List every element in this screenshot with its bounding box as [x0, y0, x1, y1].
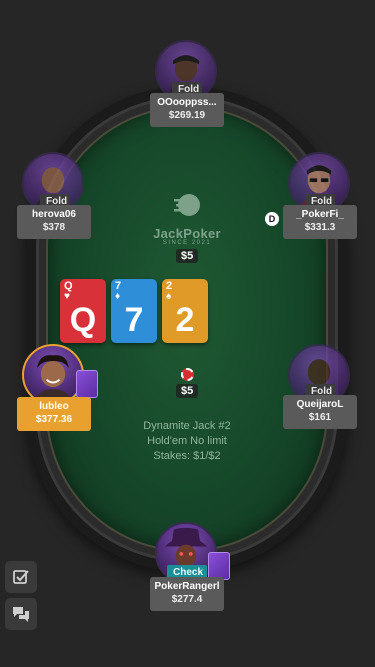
chat-icon: [13, 607, 29, 622]
card-rank-large: 7: [124, 301, 144, 339]
stakes: Stakes: $1/$2: [153, 450, 221, 462]
player-name: herova06: [32, 209, 76, 220]
nameplate-left-upper[interactable]: herova06 $378: [17, 205, 91, 239]
jackpoker-logo: JackPoker SINCE 2021: [137, 190, 237, 246]
card-rank-large: 2: [175, 301, 195, 339]
pot-amount-top: $5: [176, 249, 199, 263]
community-card-1: Q ♥ Q: [60, 279, 106, 343]
player-name: OOooppss...: [157, 97, 217, 108]
hole-cards-left-lower: [76, 370, 98, 398]
nameplate-top[interactable]: OOooppss... $269.19: [150, 93, 224, 127]
player-stack: $331.3: [304, 222, 336, 233]
player-stack: $161: [308, 412, 332, 423]
player-stack: $269.19: [168, 110, 206, 121]
checklist-icon: [13, 570, 29, 584]
table-info: Dynamite Jack #2 Hold'em No limit Stakes…: [112, 419, 262, 464]
game-type: Hold'em No limit: [147, 435, 227, 447]
table-name: Dynamite Jack #2: [143, 420, 231, 432]
player-name: QueijaroL: [296, 399, 344, 410]
chat-button[interactable]: [5, 598, 37, 630]
community-card-2: 7 ♦ 7: [111, 279, 157, 343]
checklist-button[interactable]: [5, 561, 37, 593]
player-avatar-icon: [33, 355, 73, 404]
logo-name: JackPoker: [153, 226, 221, 241]
player-name: PokerRangerl: [154, 581, 220, 592]
player-stack: $377.36: [35, 414, 73, 425]
dealer-button: D: [265, 212, 279, 226]
nameplate-right-lower[interactable]: QueijaroL $161: [283, 395, 357, 429]
card-rank-large: Q: [69, 301, 97, 339]
hole-cards-bottom: [208, 552, 230, 580]
logo-mark-icon: [174, 194, 200, 216]
poker-table-screen: JackPoker SINCE 2021 $5 Q ♥ Q 7 ♦ 7 2 ♠ …: [0, 0, 375, 667]
player-name: lubleo: [39, 401, 69, 412]
pot-amount-bottom: $5: [176, 384, 199, 398]
player-stack: $277.4: [171, 594, 203, 605]
logo-subtitle: SINCE 2021: [162, 240, 212, 246]
nameplate-right-upper[interactable]: _PokerFi_ $331.3: [283, 205, 357, 239]
nameplate-left-lower[interactable]: lubleo $377.36: [17, 397, 91, 431]
player-stack: $378: [42, 222, 66, 233]
community-card-3: 2 ♠ 2: [162, 279, 208, 343]
chip-icon: [181, 368, 194, 381]
nameplate-bottom[interactable]: PokerRangerl $277.4: [150, 577, 224, 611]
player-name: _PokerFi_: [296, 209, 344, 220]
